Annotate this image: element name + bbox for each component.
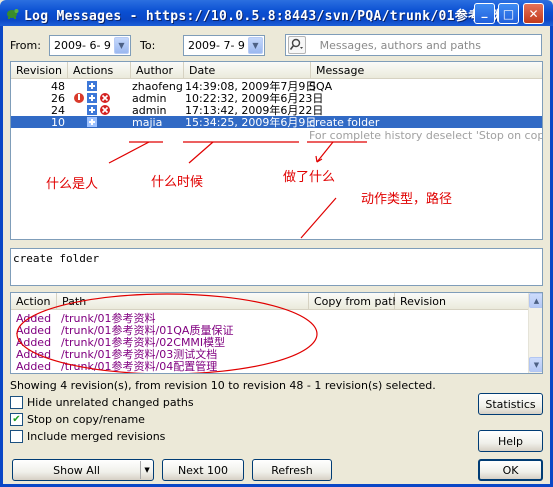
from-date-value: 2009- 6- 9 bbox=[54, 39, 111, 52]
hide-unrelated-label: Hide unrelated changed paths bbox=[27, 396, 194, 409]
column-header-revision[interactable]: Revision bbox=[395, 293, 529, 310]
close-icon: ✕ bbox=[528, 6, 539, 21]
help-label: Help bbox=[497, 434, 524, 448]
stop-on-copy-label: Stop on copy/rename bbox=[27, 413, 145, 426]
next-100-button[interactable]: Next 100 bbox=[162, 459, 244, 481]
log-message-box[interactable]: create folder bbox=[10, 248, 543, 286]
paths-scrollbar[interactable]: ▲ ▼ bbox=[528, 293, 542, 373]
minimize-button[interactable]: _ bbox=[474, 3, 495, 24]
next-100-label: Next 100 bbox=[177, 463, 229, 477]
ok-label: OK bbox=[502, 463, 519, 477]
ok-button[interactable]: OK bbox=[478, 459, 543, 481]
close-button[interactable]: ✕ bbox=[523, 3, 544, 24]
window-frame-left bbox=[0, 26, 3, 487]
scroll-up-icon[interactable]: ▲ bbox=[529, 293, 542, 308]
help-button[interactable]: Help bbox=[478, 430, 543, 452]
to-date-value: 2009- 7- 9 bbox=[188, 39, 245, 52]
chevron-down-icon[interactable]: ▼ bbox=[114, 37, 129, 54]
show-all-label: Show All bbox=[53, 463, 100, 477]
minimize-icon: _ bbox=[481, 4, 488, 18]
maximize-icon: □ bbox=[502, 6, 515, 21]
revision-list[interactable]: Revision Actions Author Date Message 48 … bbox=[10, 61, 543, 240]
checkmark-icon[interactable]: ✔ bbox=[10, 413, 23, 426]
search-icon[interactable] bbox=[288, 36, 306, 54]
scroll-down-icon[interactable]: ▼ bbox=[529, 357, 542, 372]
include-merged-label: Include merged revisions bbox=[27, 430, 166, 443]
show-all-button[interactable]: Show All ▼ bbox=[12, 459, 154, 481]
maximize-button[interactable]: □ bbox=[498, 3, 519, 24]
annotation-when: 什么时候 bbox=[151, 175, 204, 190]
hide-unrelated-checkbox[interactable]: Hide unrelated changed paths bbox=[10, 396, 194, 409]
annotation-what: 做了什么 bbox=[283, 170, 336, 185]
chevron-down-icon[interactable]: ▼ bbox=[248, 37, 263, 54]
from-date-picker[interactable]: 2009- 6- 9 ▼ bbox=[49, 35, 131, 56]
statistics-label: Statistics bbox=[485, 397, 536, 411]
status-text: Showing 4 revision(s), from revision 10 … bbox=[10, 379, 436, 392]
chevron-down-icon[interactable]: ▼ bbox=[140, 461, 153, 479]
annotation-who: 什么是人 bbox=[46, 177, 99, 192]
search-input[interactable]: Messages, authors and paths bbox=[285, 34, 542, 56]
to-date-picker[interactable]: 2009- 7- 9 ▼ bbox=[183, 35, 265, 56]
checkbox-box[interactable] bbox=[10, 430, 23, 443]
window-title: Log Messages - https://10.0.5.8:8443/svn… bbox=[24, 9, 508, 24]
annotation-ellipse bbox=[16, 293, 318, 373]
annotation-strokes bbox=[108, 141, 367, 239]
from-label: From: bbox=[10, 39, 41, 52]
include-merged-checkbox[interactable]: Include merged revisions bbox=[10, 430, 165, 443]
to-label: To: bbox=[140, 39, 156, 52]
stop-on-copy-checkbox[interactable]: ✔ Stop on copy/rename bbox=[10, 413, 145, 426]
log-message-text: create folder bbox=[13, 252, 100, 265]
checkbox-box[interactable] bbox=[10, 396, 23, 409]
refresh-button[interactable]: Refresh bbox=[252, 459, 332, 481]
tortoise-app-icon bbox=[7, 9, 19, 19]
statistics-button[interactable]: Statistics bbox=[478, 393, 543, 415]
changed-paths-list[interactable]: Action Path Copy from path Revision Adde… bbox=[10, 292, 543, 374]
annotation-action-path: 动作类型，路径 bbox=[361, 192, 453, 207]
refresh-label: Refresh bbox=[271, 463, 313, 477]
search-placeholder: Messages, authors and paths bbox=[319, 39, 481, 52]
